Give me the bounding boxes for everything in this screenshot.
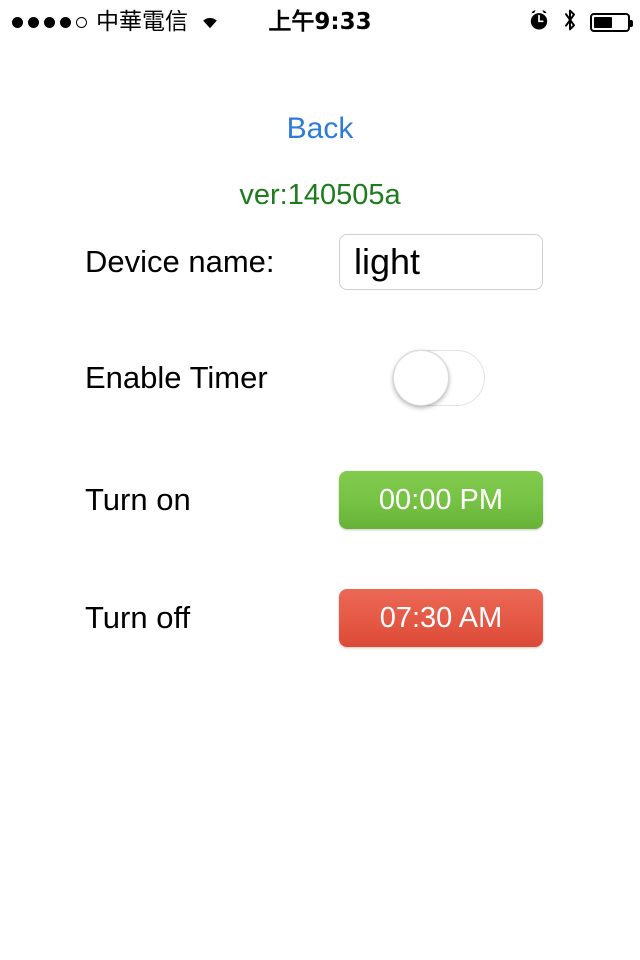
device-name-control — [339, 234, 543, 290]
turn-on-label: Turn on — [85, 481, 191, 517]
enable-timer-row: Enable Timer — [0, 348, 640, 408]
version-label: ver:140505a — [239, 179, 401, 211]
turn-on-row: Turn on 00:00 PM — [0, 470, 640, 530]
enable-timer-toggle[interactable] — [393, 350, 485, 406]
alarm-clock-icon — [528, 9, 550, 36]
enable-timer-label: Enable Timer — [85, 359, 268, 395]
bluetooth-icon — [562, 8, 578, 37]
device-name-row: Device name: — [0, 232, 640, 292]
turn-on-time-button[interactable]: 00:00 PM — [339, 471, 543, 529]
battery-icon — [590, 12, 633, 32]
device-name-label: Device name: — [85, 243, 275, 279]
device-name-input[interactable] — [339, 234, 543, 290]
enable-timer-control — [339, 350, 485, 406]
status-bar: 中華電信 上午9:33 — [0, 0, 640, 44]
back-button[interactable]: Back — [0, 111, 640, 147]
battery-fill — [594, 16, 612, 28]
turn-off-time-button[interactable]: 07:30 AM — [339, 589, 543, 647]
turn-off-control: 07:30 AM — [339, 589, 543, 647]
turn-off-row: Turn off 07:30 AM — [0, 588, 640, 648]
toggle-knob — [393, 350, 449, 406]
status-bar-right — [528, 8, 633, 37]
turn-off-label: Turn off — [85, 599, 191, 635]
turn-on-control: 00:00 PM — [339, 471, 543, 529]
